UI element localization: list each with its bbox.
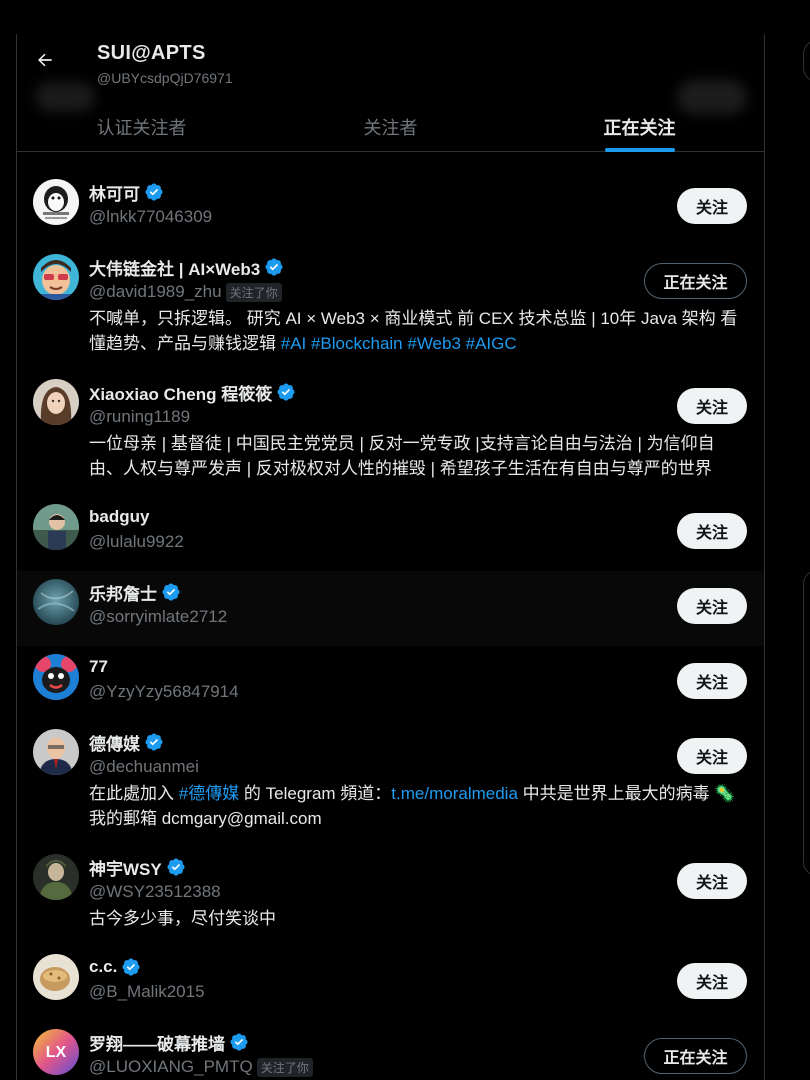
user-cell[interactable]: 77 @YzyYzy56847914 关注 [17, 646, 764, 721]
user-cell[interactable]: 林可可 @lnkk77046309 关注 [17, 171, 764, 246]
follow-button[interactable]: 关注 [677, 588, 747, 624]
user-handle: @WSY23512388 [89, 882, 221, 901]
user-cell[interactable]: 乐邦詹士 @sorryimlate2712 关注 [17, 571, 764, 646]
telegram-link[interactable]: t.me/moralmedia [391, 784, 518, 803]
follow-button[interactable]: 关注 [677, 738, 747, 774]
follow-button[interactable]: 关注 [677, 513, 747, 549]
tab-verified-followers[interactable]: 认证关注者 [17, 102, 266, 152]
user-bio: 一位母亲 | 基督徒 | 中国民主党党员 | 反对一党专政 |支持言论自由与法治… [89, 434, 715, 478]
verified-badge-icon [145, 183, 163, 201]
avatar[interactable] [33, 729, 79, 775]
tab-label: 关注者 [363, 118, 418, 138]
avatar[interactable] [33, 954, 79, 1000]
tab-label: 正在关注 [603, 118, 676, 138]
avatar[interactable] [33, 504, 79, 550]
tab-followers[interactable]: 关注者 [266, 102, 515, 152]
tab-bar: 认证关注者 关注者 正在关注 [17, 102, 764, 152]
right-panel-edge [803, 40, 810, 82]
avatar[interactable] [33, 379, 79, 425]
profile-name: SUI@APTS [97, 42, 206, 64]
active-tab-indicator [604, 148, 675, 152]
user-name[interactable]: badguy [89, 507, 149, 527]
user-name[interactable]: Xiaoxiao Cheng 程筱筱 [89, 380, 272, 405]
verified-badge-icon [122, 958, 140, 976]
avatar[interactable]: LX [33, 1029, 79, 1075]
bio-text: 的 Telegram 頻道： [239, 784, 392, 803]
user-handle: @runing1189 [89, 407, 191, 426]
right-panel-edge [803, 570, 810, 876]
verified-badge-icon [265, 258, 283, 276]
user-bio: 古今多少事，尽付笑谈中 [89, 909, 276, 928]
avatar[interactable] [33, 179, 79, 225]
user-name[interactable]: 大伟链金社 | AI×Web3 [89, 255, 260, 280]
user-handle: @david1989_zhu [89, 282, 222, 301]
user-bio: 不喊单，只拆逻辑。 研究 AI × Web3 × 商业模式 前 CEX 技术总监… [89, 306, 739, 356]
hashtag-links[interactable]: #AI #Blockchain #Web3 #AIGC [281, 334, 517, 353]
user-cell[interactable]: LX 罗翔——破幕推墙 @LUOXIANG_PMTQ 关注了你 正在关注 [17, 1021, 764, 1080]
avatar[interactable] [33, 579, 79, 625]
user-handle: @B_Malik2015 [89, 982, 205, 1001]
verified-badge-icon [145, 733, 163, 751]
user-bio: 在此處加入 #德傳媒 的 Telegram 頻道：t.me/moralmedia… [89, 781, 739, 831]
following-button[interactable]: 正在关注 [644, 1038, 747, 1074]
following-button[interactable]: 正在关注 [644, 263, 747, 299]
avatar[interactable] [33, 654, 79, 700]
user-handle: @sorryimlate2712 [89, 607, 228, 626]
user-name[interactable]: 罗翔——破幕推墙 [89, 1030, 225, 1055]
user-handle: @lnkk77046309 [89, 207, 213, 226]
follow-button[interactable]: 关注 [677, 663, 747, 699]
verified-badge-icon [167, 858, 185, 876]
user-handle: @YzyYzy56847914 [89, 682, 239, 701]
user-name[interactable]: 77 [89, 657, 108, 677]
avatar[interactable] [33, 254, 79, 300]
user-name[interactable]: 乐邦詹士 [89, 580, 157, 605]
header: SUI@APTS @UBYcsdpQjD76971 认证关注者 关注者 正在关注 [17, 34, 764, 152]
user-cell[interactable]: badguy @lulalu9922 关注 [17, 496, 764, 571]
user-cell[interactable]: 神宇WSY @WSY23512388 古今多少事，尽付笑谈中 关注 [17, 846, 764, 946]
user-handle: @LUOXIANG_PMTQ [89, 1057, 253, 1076]
tab-label: 认证关注者 [96, 118, 187, 138]
user-name[interactable]: c.c. [89, 957, 117, 977]
user-handle: @lulalu9922 [89, 532, 184, 551]
follows-you-badge: 关注了你 [225, 282, 282, 302]
user-list: 林可可 @lnkk77046309 关注 大伟链金社 | AI×Web3 @da… [17, 171, 764, 1080]
follows-you-badge: 关注了你 [256, 1057, 313, 1077]
verified-badge-icon [230, 1033, 248, 1051]
user-cell[interactable]: 大伟链金社 | AI×Web3 @david1989_zhu 关注了你 不喊单，… [17, 246, 764, 371]
user-handle: @dechuanmei [89, 757, 199, 776]
user-name[interactable]: 林可可 [89, 180, 140, 205]
profile-handle: @UBYcsdpQjD76971 [97, 70, 233, 86]
following-column: SUI@APTS @UBYcsdpQjD76971 认证关注者 关注者 正在关注 [16, 34, 765, 1080]
back-arrow-icon[interactable] [35, 50, 59, 74]
user-name[interactable]: 德傳媒 [89, 730, 140, 755]
user-cell[interactable]: Xiaoxiao Cheng 程筱筱 @runing1189 一位母亲 | 基督… [17, 371, 764, 496]
bio-text: 在此處加入 [89, 784, 179, 803]
user-name[interactable]: 神宇WSY [89, 855, 162, 880]
follow-button[interactable]: 关注 [677, 188, 747, 224]
avatar-monogram: LX [46, 1044, 67, 1061]
avatar[interactable] [33, 854, 79, 900]
user-cell[interactable]: c.c. @B_Malik2015 关注 [17, 946, 764, 1021]
tab-following[interactable]: 正在关注 [515, 102, 764, 152]
follow-button[interactable]: 关注 [677, 863, 747, 899]
verified-badge-icon [277, 383, 295, 401]
user-cell[interactable]: 德傳媒 @dechuanmei 在此處加入 #德傳媒 的 Telegram 頻道… [17, 721, 764, 846]
follow-button[interactable]: 关注 [677, 388, 747, 424]
verified-badge-icon [162, 583, 180, 601]
follow-button[interactable]: 关注 [677, 963, 747, 999]
hashtag-link[interactable]: #德傳媒 [179, 784, 239, 803]
